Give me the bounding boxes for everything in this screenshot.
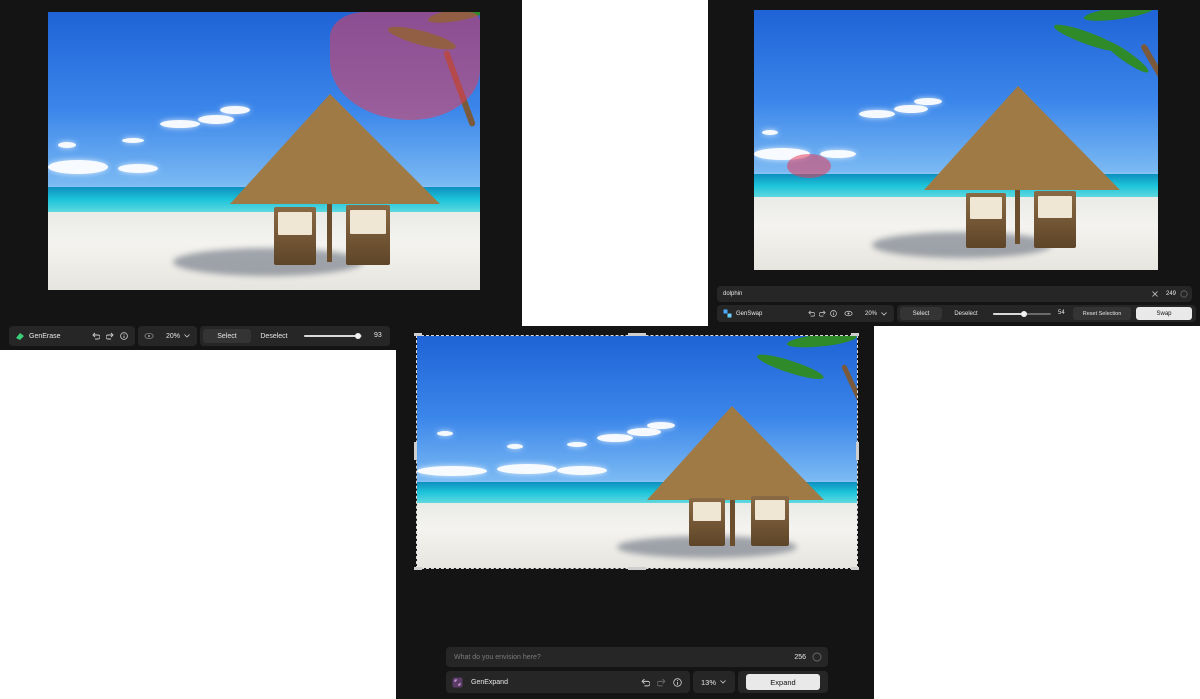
frame-handle-bottom-right[interactable] xyxy=(851,567,859,570)
swap-button[interactable]: Swap xyxy=(1136,307,1192,320)
select-button[interactable]: Select xyxy=(203,329,251,343)
clear-icon[interactable] xyxy=(1152,291,1158,297)
info-icon[interactable] xyxy=(830,310,837,317)
chevron-down-icon[interactable] xyxy=(881,311,887,316)
brush-size-handle[interactable] xyxy=(354,333,361,339)
zoom-level[interactable]: 20% xyxy=(166,333,180,340)
select-button[interactable]: Select xyxy=(900,307,942,320)
redo-icon[interactable] xyxy=(105,332,115,340)
eye-icon[interactable] xyxy=(844,310,853,317)
genswap-panel: dolphin 249 GenSwap 20% Select Deselect … xyxy=(708,0,1200,326)
expand-button[interactable]: Expand xyxy=(746,674,820,690)
prompt-bar: What do you envision here? 256 xyxy=(446,647,828,667)
prompt-bar: dolphin 249 xyxy=(717,286,1192,302)
char-count: 256 xyxy=(794,653,806,661)
brush-size-handle[interactable] xyxy=(1021,310,1028,317)
zoom-group: 20% xyxy=(838,305,894,322)
redo-icon[interactable] xyxy=(819,310,826,317)
genswap-tool-group: GenSwap xyxy=(717,305,843,322)
generase-panel: GenErase 20% Select Deselect 93 xyxy=(0,0,522,350)
brush-size-fill xyxy=(304,335,358,337)
screenshot-composite: GenErase 20% Select Deselect 93 dolphin … xyxy=(0,0,1200,699)
selection-group: Select Deselect 93 xyxy=(200,326,390,346)
frame-handle-top-right[interactable] xyxy=(851,333,859,336)
expand-icon xyxy=(452,677,463,688)
loading-circle-icon xyxy=(1180,290,1188,298)
redo-icon[interactable] xyxy=(657,678,666,687)
info-icon[interactable] xyxy=(119,332,129,340)
frame-handle-bottom[interactable] xyxy=(628,567,646,570)
undo-icon[interactable] xyxy=(641,678,650,687)
brush-size-fill xyxy=(993,313,1025,315)
selection-group: Select Deselect 54 Reset Selection Swap xyxy=(897,305,1196,322)
loading-circle-icon xyxy=(812,652,822,662)
generase-tool-group: GenErase xyxy=(9,326,135,346)
zoom-group: 20% xyxy=(138,326,197,346)
frame-handle-bottom-left[interactable] xyxy=(414,567,422,570)
undo-icon[interactable] xyxy=(91,332,101,340)
deselect-button[interactable]: Deselect xyxy=(254,329,294,343)
tool-name-label: GenSwap xyxy=(736,310,763,317)
genexpand-tool-group: GenExpand xyxy=(446,671,690,693)
frame-handle-right[interactable] xyxy=(856,442,859,460)
eye-icon[interactable] xyxy=(144,332,154,340)
prompt-input[interactable]: dolphin xyxy=(723,291,1152,297)
eraser-icon xyxy=(15,331,25,341)
frame-handle-left[interactable] xyxy=(414,442,417,460)
beach-photo[interactable] xyxy=(754,10,1158,270)
expand-frame[interactable] xyxy=(416,335,858,569)
swap-selection-mask xyxy=(787,154,831,178)
brush-size-value: 93 xyxy=(374,332,382,339)
zoom-level[interactable]: 20% xyxy=(865,311,877,317)
prompt-input[interactable]: What do you envision here? xyxy=(454,654,794,661)
action-group: Expand xyxy=(738,671,828,693)
zoom-level[interactable]: 13% xyxy=(701,678,716,687)
undo-icon[interactable] xyxy=(808,310,815,317)
frame-handle-top[interactable] xyxy=(628,333,646,336)
reset-selection-button[interactable]: Reset Selection xyxy=(1073,307,1131,320)
chevron-down-icon[interactable] xyxy=(720,680,726,684)
frame-handle-top-left[interactable] xyxy=(414,333,422,336)
zoom-group: 13% xyxy=(693,671,735,693)
brush-size-value: 54 xyxy=(1058,310,1065,316)
chevron-down-icon[interactable] xyxy=(184,334,190,338)
info-icon[interactable] xyxy=(673,677,682,687)
char-count: 249 xyxy=(1165,291,1176,297)
deselect-button[interactable]: Deselect xyxy=(947,307,985,320)
beach-photo[interactable] xyxy=(48,12,480,290)
tool-name-label: GenErase xyxy=(29,332,61,340)
tool-name-label: GenExpand xyxy=(471,678,508,686)
genexpand-panel: What do you envision here? 256 GenExpand xyxy=(396,326,874,699)
swap-icon xyxy=(723,309,732,318)
